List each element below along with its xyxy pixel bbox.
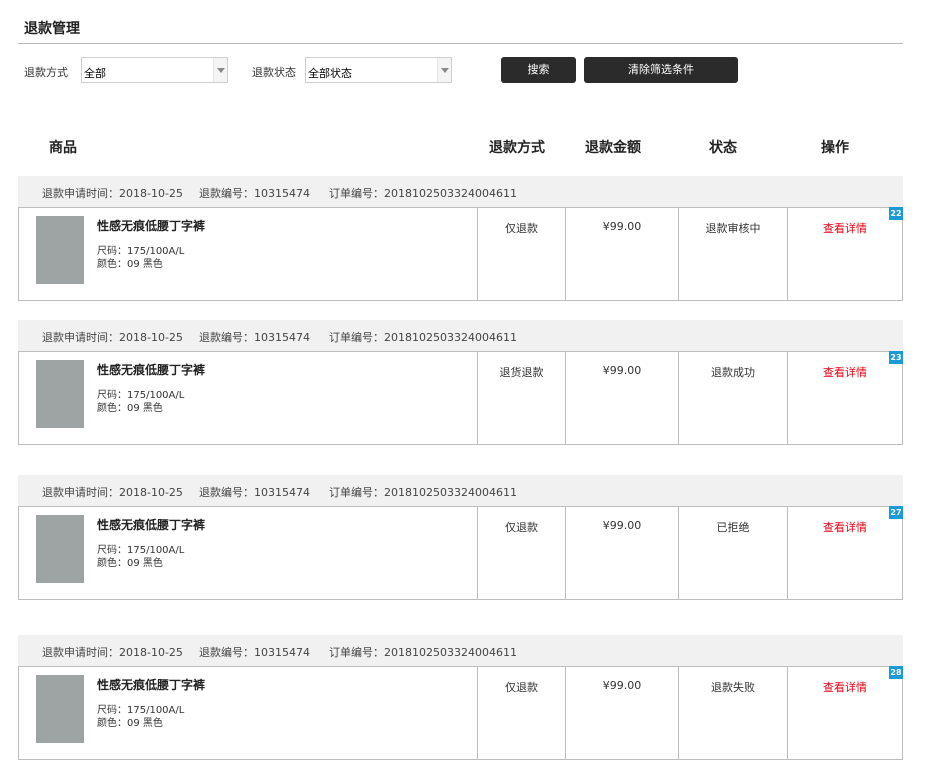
product-thumbnail[interactable]: [36, 515, 84, 583]
refund-status: 退款审核中: [705, 222, 761, 235]
order-number: 订单编号：2018102503324004611: [329, 331, 517, 344]
refund-amount: ¥99.00: [602, 364, 642, 377]
action-cell: 查看详情: [787, 208, 902, 300]
product-name[interactable]: 性感无痕低腰丁字裤: [97, 361, 205, 378]
refund-method: 仅退款: [505, 521, 538, 534]
title-divider: [18, 43, 903, 44]
refund-method: 仅退款: [505, 222, 538, 235]
product-thumbnail[interactable]: [36, 360, 84, 428]
view-details-link[interactable]: 查看详情: [823, 222, 867, 235]
product-name[interactable]: 性感无痕低腰丁字裤: [97, 676, 205, 693]
record-meta-bar: 退款申请时间：2018-10-25 退款编号：10315474 订单编号：201…: [18, 320, 903, 351]
order-number: 订单编号：2018102503324004611: [329, 187, 517, 200]
status-cell: 退款失败: [678, 667, 787, 759]
record-body: 性感无痕低腰丁字裤 尺码：175/100A/L 颜色：09 黑色 仅退款 ¥99…: [18, 666, 903, 760]
chevron-down-icon[interactable]: [213, 58, 227, 82]
column-header-product: 商品: [49, 140, 77, 156]
search-button[interactable]: 搜索: [501, 57, 576, 83]
refund-record: 退款申请时间：2018-10-25 退款编号：10315474 订单编号：201…: [18, 320, 903, 445]
view-details-link[interactable]: 查看详情: [823, 366, 867, 379]
refund-status: 退款成功: [711, 366, 755, 379]
refund-amount: ¥99.00: [602, 519, 642, 532]
refund-method: 退货退款: [499, 366, 544, 379]
amount-cell: ¥99.00: [565, 507, 678, 599]
order-number: 订单编号：2018102503324004611: [329, 486, 517, 499]
refund-record: 退款申请时间：2018-10-25 退款编号：10315474 订单编号：201…: [18, 176, 903, 301]
record-body: 性感无痕低腰丁字裤 尺码：175/100A/L 颜色：09 黑色 退货退款 ¥9…: [18, 351, 903, 445]
refund-method-select[interactable]: 全部: [81, 57, 228, 83]
apply-time: 退款申请时间：2018-10-25: [42, 646, 183, 659]
refund-status-label: 退款状态: [252, 66, 296, 79]
refund-status: 已拒绝: [716, 521, 750, 534]
refund-status: 退款失败: [711, 681, 755, 694]
record-meta-bar: 退款申请时间：2018-10-25 退款编号：10315474 订单编号：201…: [18, 635, 903, 666]
refund-record: 退款申请时间：2018-10-25 退款编号：10315474 订单编号：201…: [18, 635, 903, 760]
count-badge: 27: [889, 506, 903, 519]
apply-time: 退款申请时间：2018-10-25: [42, 187, 183, 200]
view-details-link[interactable]: 查看详情: [823, 681, 867, 694]
product-name[interactable]: 性感无痕低腰丁字裤: [97, 516, 205, 533]
record-meta-bar: 退款申请时间：2018-10-25 退款编号：10315474 订单编号：201…: [18, 176, 903, 207]
refund-number: 退款编号：10315474: [199, 187, 310, 200]
amount-cell: ¥99.00: [565, 208, 678, 300]
view-details-link[interactable]: 查看详情: [823, 521, 867, 534]
product-name[interactable]: 性感无痕低腰丁字裤: [97, 217, 205, 234]
refund-number: 退款编号：10315474: [199, 331, 310, 344]
refund-method: 仅退款: [505, 681, 538, 694]
amount-cell: ¥99.00: [565, 667, 678, 759]
refund-number: 退款编号：10315474: [199, 486, 310, 499]
order-number: 订单编号：2018102503324004611: [329, 646, 517, 659]
record-body: 性感无痕低腰丁字裤 尺码：175/100A/L 颜色：09 黑色 仅退款 ¥99…: [18, 207, 903, 301]
column-header-status: 状态: [709, 140, 737, 156]
product-color: 颜色：09 黑色: [97, 403, 163, 414]
status-cell: 退款审核中: [678, 208, 787, 300]
refund-amount: ¥99.00: [602, 220, 642, 233]
action-cell: 查看详情: [787, 352, 902, 444]
record-meta-bar: 退款申请时间：2018-10-25 退款编号：10315474 订单编号：201…: [18, 475, 903, 506]
refund-status-value: 全部状态: [308, 67, 352, 80]
refund-method-label: 退款方式: [24, 66, 68, 79]
method-cell: 退货退款: [477, 352, 565, 444]
count-badge: 22: [889, 207, 903, 220]
status-cell: 退款成功: [678, 352, 787, 444]
column-header-action: 操作: [821, 140, 849, 156]
clear-filters-button[interactable]: 清除筛选条件: [584, 57, 738, 83]
apply-time: 退款申请时间：2018-10-25: [42, 331, 183, 344]
count-badge: 28: [889, 666, 903, 679]
apply-time: 退款申请时间：2018-10-25: [42, 486, 183, 499]
page-title: 退款管理: [24, 21, 80, 37]
refund-method-value: 全部: [84, 67, 106, 80]
chevron-down-icon[interactable]: [437, 58, 451, 82]
column-header-amount: 退款金额: [585, 140, 641, 156]
count-badge: 23: [889, 351, 903, 364]
record-body: 性感无痕低腰丁字裤 尺码：175/100A/L 颜色：09 黑色 仅退款 ¥99…: [18, 506, 903, 600]
refund-number: 退款编号：10315474: [199, 646, 310, 659]
method-cell: 仅退款: [477, 208, 565, 300]
amount-cell: ¥99.00: [565, 352, 678, 444]
refund-amount: ¥99.00: [602, 679, 642, 692]
action-cell: 查看详情: [787, 507, 902, 599]
method-cell: 仅退款: [477, 667, 565, 759]
product-thumbnail[interactable]: [36, 216, 84, 284]
product-color: 颜色：09 黑色: [97, 718, 163, 729]
action-cell: 查看详情: [787, 667, 902, 759]
product-color: 颜色：09 黑色: [97, 558, 163, 569]
refund-record: 退款申请时间：2018-10-25 退款编号：10315474 订单编号：201…: [18, 475, 903, 600]
method-cell: 仅退款: [477, 507, 565, 599]
status-cell: 已拒绝: [678, 507, 787, 599]
refund-status-select[interactable]: 全部状态: [305, 57, 452, 83]
product-color: 颜色：09 黑色: [97, 259, 163, 270]
product-thumbnail[interactable]: [36, 675, 84, 743]
column-header-method: 退款方式: [489, 140, 545, 156]
